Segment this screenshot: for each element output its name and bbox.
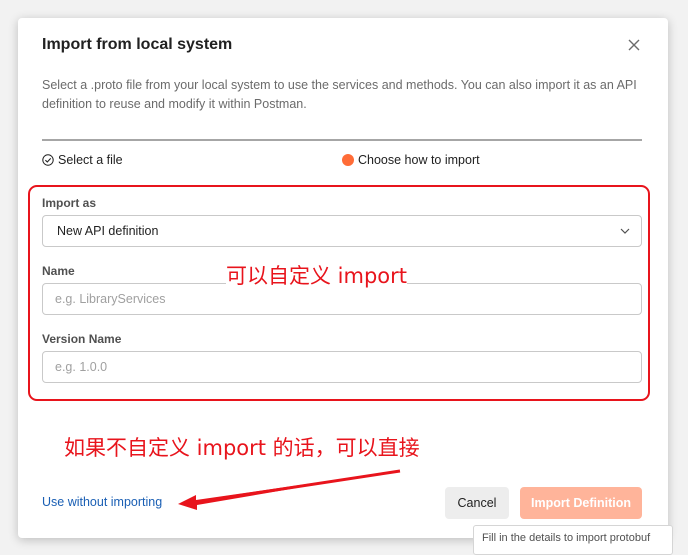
modal-description: Select a .proto file from your local sys… xyxy=(42,78,637,111)
step-choose-import: Choose how to import xyxy=(342,153,480,167)
chevron-down-icon xyxy=(620,228,630,234)
progress-divider xyxy=(42,139,642,141)
import-as-value: New API definition xyxy=(57,224,159,238)
annotation-note-custom-import: 可以自定义 import xyxy=(226,260,408,290)
version-name-input[interactable] xyxy=(42,351,642,383)
import-as-select[interactable]: New API definition xyxy=(42,215,642,247)
import-as-label: Import as xyxy=(42,196,97,210)
version-name-label: Version Name xyxy=(42,332,122,346)
step-select-file: Select a file xyxy=(42,153,123,167)
name-label: Name xyxy=(42,264,75,278)
use-without-importing-link[interactable]: Use without importing xyxy=(42,495,162,509)
import-definition-button[interactable]: Import Definition xyxy=(520,487,642,519)
modal-title: Import from local system xyxy=(42,36,233,53)
close-icon[interactable] xyxy=(624,35,644,55)
orange-dot-icon xyxy=(342,154,354,166)
import-tooltip: Fill in the details to import protobuf xyxy=(473,525,673,555)
annotation-note-direct-use: 如果不自定义 import 的话，可以直接 xyxy=(64,432,420,462)
step-label: Select a file xyxy=(58,153,123,167)
cancel-button[interactable]: Cancel xyxy=(445,487,509,519)
step-label: Choose how to import xyxy=(358,153,480,167)
check-circle-icon xyxy=(42,154,54,166)
